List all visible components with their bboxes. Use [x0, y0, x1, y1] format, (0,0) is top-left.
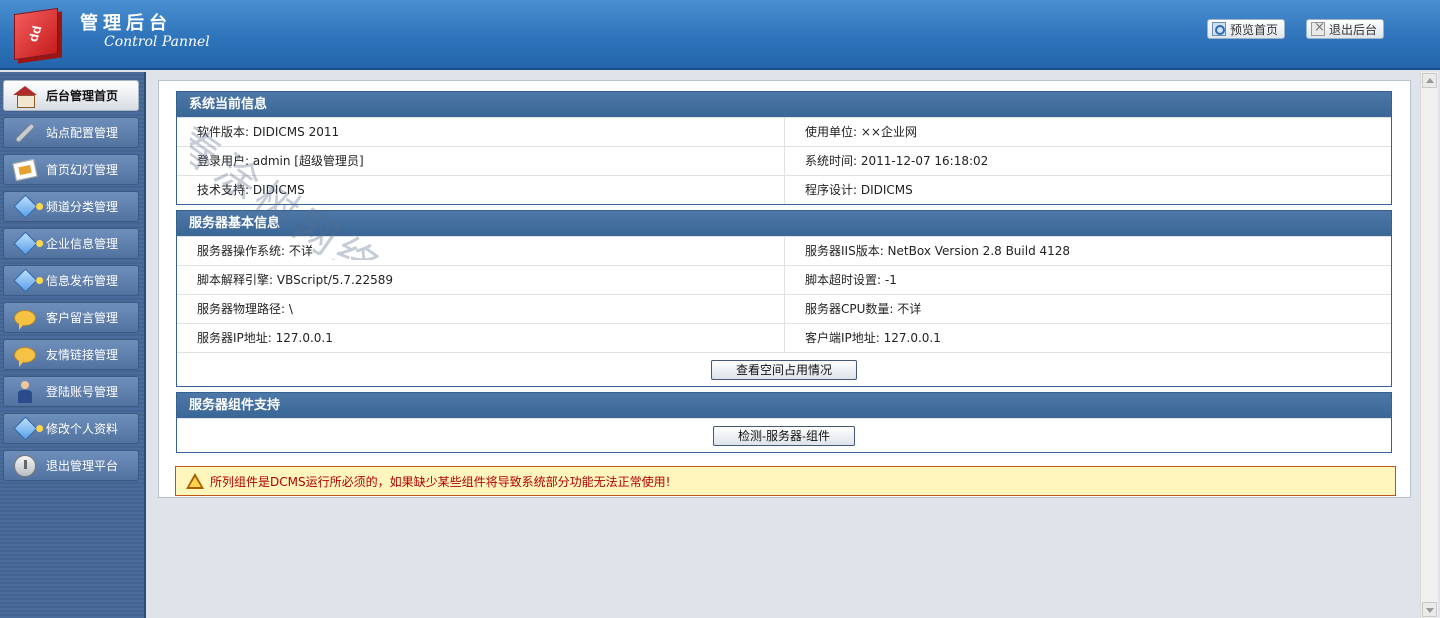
preview-icon: [1212, 22, 1226, 36]
app-title: 管理后台: [80, 13, 172, 34]
info-cell: 客户端IP地址: 127.0.0.1: [784, 324, 1391, 352]
info-cell: 脚本解释引擎: VBScript/5.7.22589: [197, 273, 394, 287]
section-title: 系统当前信息: [177, 92, 1391, 117]
sidebar-item-label: 客户留言管理: [46, 311, 119, 325]
diamond-icon: [10, 416, 40, 442]
preview-home-label: 预览首页: [1230, 22, 1279, 37]
sidebar-item-label: 友情链接管理: [46, 348, 119, 362]
info-cell: 服务器IIS版本: NetBox Version 2.8 Build 4128: [784, 237, 1391, 265]
main-content: 系统当前信息 软件版本: DIDICMS 2011 使用单位: ××企业网 登录…: [148, 72, 1440, 618]
chat-bubble-icon: [10, 305, 40, 331]
warning-icon: [186, 473, 204, 489]
sidebar-item-profile[interactable]: 修改个人资料: [3, 413, 139, 444]
sidebar-item-site-config[interactable]: 站点配置管理: [3, 117, 139, 148]
table-row: 服务器物理路径: \ 服务器CPU数量: 不详: [177, 294, 1391, 323]
server-info-section: 服务器基本信息 服务器操作系统: 不详 服务器IIS版本: NetBox Ver…: [176, 210, 1392, 387]
close-icon: [1311, 20, 1325, 36]
sidebar-item-messages[interactable]: 客户留言管理: [3, 302, 139, 333]
user-icon: [10, 379, 40, 405]
sidebar-item-dashboard[interactable]: 后台管理首页: [3, 80, 139, 111]
scroll-down-arrow-icon[interactable]: [1422, 602, 1437, 617]
sidebar-item-label: 修改个人资料: [46, 422, 119, 436]
info-cell: 使用单位: ××企业网: [784, 118, 1391, 146]
info-cell: 服务器CPU数量: 不详: [784, 295, 1391, 323]
sidebar-item-label: 企业信息管理: [46, 237, 119, 251]
logo: dd: [10, 5, 65, 61]
info-cell: 登录用户: admin [超级管理员]: [197, 154, 364, 168]
sidebar-item-label: 退出管理平台: [46, 459, 119, 473]
diamond-icon: [10, 268, 40, 294]
info-cell: 服务器物理路径: \: [197, 302, 293, 316]
sidebar-item-channels[interactable]: 频道分类管理: [3, 191, 139, 222]
sidebar-item-label: 后台管理首页: [46, 89, 119, 103]
info-cell: 服务器IP地址: 127.0.0.1: [197, 331, 333, 345]
content-panel: 系统当前信息 软件版本: DIDICMS 2011 使用单位: ××企业网 登录…: [158, 80, 1411, 498]
sidebar-item-publish[interactable]: 信息发布管理: [3, 265, 139, 296]
sidebar-item-label: 登陆账号管理: [46, 385, 119, 399]
table-row: 服务器IP地址: 127.0.0.1 客户端IP地址: 127.0.0.1: [177, 323, 1391, 352]
table-row: 服务器操作系统: 不详 服务器IIS版本: NetBox Version 2.8…: [177, 236, 1391, 265]
slides-icon: [10, 157, 40, 183]
sidebar-item-label: 频道分类管理: [46, 200, 119, 214]
button-row: 查看空间占用情况: [177, 352, 1391, 386]
top-header: dd 管理后台 Control Pannel 预览首页 退出后台: [0, 0, 1440, 70]
house-icon: [10, 83, 40, 109]
info-cell: 系统时间: 2011-12-07 16:18:02: [784, 147, 1391, 175]
table-row: 软件版本: DIDICMS 2011 使用单位: ××企业网: [177, 117, 1391, 146]
info-cell: 服务器操作系统: 不详: [197, 244, 313, 258]
sidebar-item-accounts[interactable]: 登陆账号管理: [3, 376, 139, 407]
button-row: 检测-服务器-组件: [177, 418, 1391, 452]
logout-button[interactable]: 退出后台: [1306, 19, 1385, 39]
section-title: 服务器基本信息: [177, 211, 1391, 236]
app-subtitle: Control Pannel: [104, 34, 210, 50]
section-title: 服务器组件支持: [177, 393, 1391, 418]
wrench-icon: [10, 120, 40, 146]
logout-label: 退出后台: [1329, 22, 1378, 37]
sidebar-item-label: 首页幻灯管理: [46, 163, 119, 177]
preview-home-button[interactable]: 预览首页: [1207, 19, 1286, 39]
info-cell: 脚本超时设置: -1: [784, 266, 1391, 294]
info-cell: 技术支持: DIDICMS: [197, 183, 305, 197]
system-info-section: 系统当前信息 软件版本: DIDICMS 2011 使用单位: ××企业网 登录…: [176, 91, 1392, 205]
sidebar-item-links[interactable]: 友情链接管理: [3, 339, 139, 370]
power-icon: [10, 453, 40, 479]
chat-bubble-icon: [10, 342, 40, 368]
diamond-icon: [10, 231, 40, 257]
table-row: 脚本解释引擎: VBScript/5.7.22589 脚本超时设置: -1: [177, 265, 1391, 294]
components-section: 服务器组件支持 检测-服务器-组件: [176, 392, 1392, 453]
vertical-scrollbar[interactable]: [1420, 72, 1438, 618]
table-row: 技术支持: DIDICMS 程序设计: DIDICMS: [177, 175, 1391, 204]
sidebar-item-exit[interactable]: 退出管理平台: [3, 450, 139, 481]
sidebar-item-label: 信息发布管理: [46, 274, 119, 288]
check-components-button[interactable]: 检测-服务器-组件: [713, 425, 855, 446]
sidebar-item-company-info[interactable]: 企业信息管理: [3, 228, 139, 259]
view-space-usage-button[interactable]: 查看空间占用情况: [710, 359, 857, 380]
info-cell: 程序设计: DIDICMS: [784, 176, 1391, 204]
sidebar-item-slides[interactable]: 首页幻灯管理: [3, 154, 139, 185]
table-row: 登录用户: admin [超级管理员] 系统时间: 2011-12-07 16:…: [177, 146, 1391, 175]
info-cell: 软件版本: DIDICMS 2011: [197, 125, 340, 139]
scroll-up-arrow-icon[interactable]: [1422, 73, 1437, 88]
warning-text: 所列组件是DCMS运行所必须的，如果缺少某些组件将导致系统部分功能无法正常使用!: [210, 474, 671, 489]
sidebar-item-label: 站点配置管理: [46, 126, 119, 140]
sidebar: 后台管理首页 站点配置管理 首页幻灯管理 频道分类管理 企业信息管理 信息发布管…: [0, 72, 146, 618]
diamond-icon: [10, 194, 40, 220]
warning-banner: 所列组件是DCMS运行所必须的，如果缺少某些组件将导致系统部分功能无法正常使用!: [175, 466, 1396, 496]
